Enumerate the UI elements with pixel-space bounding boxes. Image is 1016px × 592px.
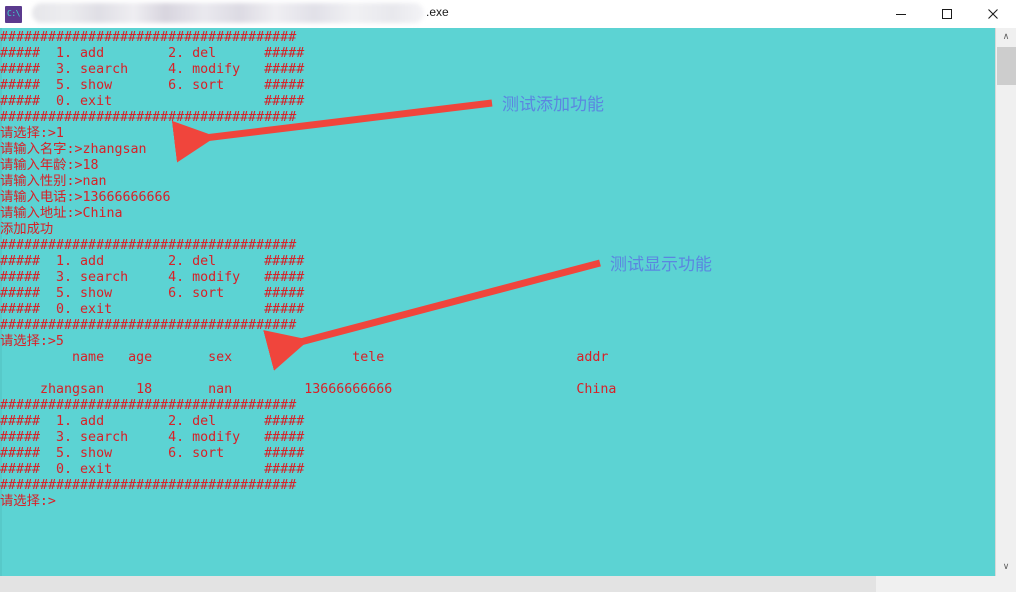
maximize-button[interactable] bbox=[924, 0, 970, 28]
scroll-down-icon[interactable]: ∨ bbox=[996, 558, 1016, 576]
window-title: .exe bbox=[28, 0, 878, 28]
close-button[interactable] bbox=[970, 0, 1016, 28]
minimize-button[interactable] bbox=[878, 0, 924, 28]
horizontal-scrollbar-thumb[interactable] bbox=[0, 576, 876, 592]
scroll-up-icon[interactable]: ∧ bbox=[996, 28, 1016, 46]
console-screen[interactable]: ##################################### ##… bbox=[0, 28, 995, 576]
console-window: C:\ .exe ###############################… bbox=[0, 0, 1016, 592]
vertical-scrollbar-thumb[interactable] bbox=[997, 47, 1016, 85]
window-title-extension: .exe bbox=[426, 5, 449, 19]
console-body: ##################################### ##… bbox=[0, 28, 1016, 576]
vertical-scrollbar[interactable]: ∧ ∨ bbox=[995, 28, 1016, 576]
window-title-redacted-path bbox=[32, 3, 424, 23]
console-output: ##################################### ##… bbox=[0, 30, 617, 509]
console-icon-glyph: C:\ bbox=[7, 8, 20, 18]
horizontal-scrollbar[interactable] bbox=[0, 576, 1016, 592]
title-bar[interactable]: C:\ .exe bbox=[0, 0, 1016, 28]
console-icon: C:\ bbox=[5, 5, 22, 23]
